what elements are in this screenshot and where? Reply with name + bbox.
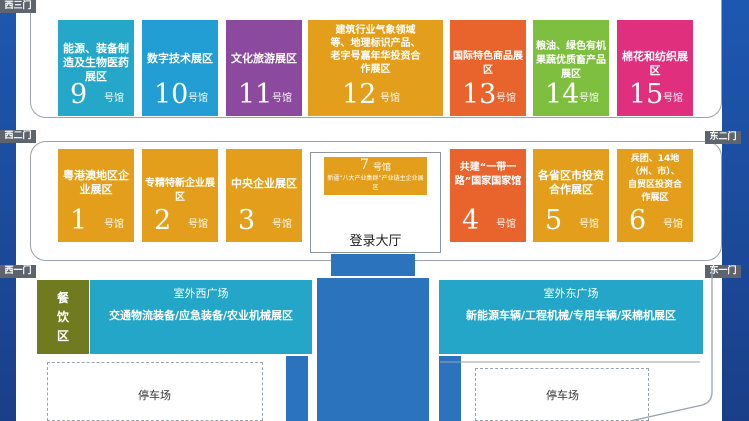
hall-9-number: 9 [70,79,88,110]
gate-west2: 西二门 [0,130,36,143]
hall-3-number: 3 [238,205,256,236]
hall-5-number: 5 [545,205,563,236]
dining-area[interactable]: 餐 饮 区 [37,280,89,354]
dining-char-3: 区 [56,329,69,343]
hall-2-suffix: 号馆 [188,219,208,230]
hall-13[interactable]: 国际特色商品展区 13 号馆 [450,20,526,116]
hall-15-label: 棉花和纺织展区 [622,50,688,77]
hall-4[interactable]: 共建“一带一路”国家国家馆 4 号馆 [450,149,526,242]
east-plaza[interactable]: 室外东广场 新能源车辆/工程机械/专用车辆/采棉机展区 [439,280,703,354]
hall-14-suffix: 号馆 [579,93,599,104]
hall-4-label: 共建“一带一路”国家国家馆 [454,162,522,187]
hall-6-number: 6 [629,205,647,236]
hall-10-number: 10 [154,79,189,110]
hall-11-suffix: 号馆 [272,93,292,104]
hall-13-suffix: 号馆 [496,93,516,104]
east-parking[interactable]: 停车场 [475,368,649,421]
entry-road-top [331,254,415,276]
west-plaza[interactable]: 室外西广场 交通物流装备/应急装备/农业机械展区 [90,280,312,354]
gate-west1: 西一门 [0,265,36,278]
hall-6-suffix: 号馆 [663,219,683,230]
hall-4-number: 4 [462,205,480,236]
hall-2-number: 2 [154,205,172,236]
hall-15[interactable]: 棉花和纺织展区 15 号馆 [617,20,693,116]
dining-char-1: 餐 [56,291,69,305]
hall-1[interactable]: 粤港澳地区企业展区 1 号馆 [58,149,134,242]
hall-3-label: 中央企业展区 [231,177,297,190]
hall-7-suffix: 号馆 [373,163,392,173]
hall-14[interactable]: 粮油、绿色有机果蔬优质畜产品展区 14 号馆 [533,20,609,116]
hall-13-label: 国际特色商品展区 [453,51,523,76]
hall-10-label: 数字技术展区 [147,52,213,65]
west-side-road [286,356,308,421]
hall-12[interactable]: 建筑行业气象领域等、地理标识产品、老字号嘉年华投资合作展区 12 号馆 [308,20,443,116]
hall-2-label: 专精特新企业展区 [145,178,215,203]
registration-lobby: 登录大厅 [349,234,402,249]
hall-15-number: 15 [629,79,664,110]
gate-west3: 西三门 [0,0,36,13]
east-side-road [439,356,461,421]
hall-9-label: 能源、装备制造及生物医药展区 [63,42,129,83]
exhibition-floor-map: 西三门 西二门 东二门 西一门 东一门 能源、装备制造及生物医药展区 9 号馆 … [0,0,749,421]
hall-5-suffix: 号馆 [579,219,599,230]
hall-5-label: 各省区市投资合作展区 [538,169,604,196]
hall-13-number: 13 [462,79,497,110]
hall-7[interactable]: 7 号馆 新疆“八大产业集群”产业链主企业展区 [324,157,427,195]
hall-14-label: 粮油、绿色有机果蔬优质畜产品展区 [536,41,606,80]
left-border [0,0,16,421]
hall-11-number: 11 [238,79,273,110]
hall-5[interactable]: 各省区市投资合作展区 5 号馆 [533,149,609,242]
gate-east2: 东二门 [705,131,741,144]
hall-3-suffix: 号馆 [272,219,292,230]
hall-6[interactable]: 兵团、14地（州、市）、自贸区投资合作展区 6 号馆 [617,149,693,242]
hall-11[interactable]: 文化旅游展区 11 号馆 [226,20,302,116]
west-parking-label: 停车场 [138,389,171,402]
hall-2[interactable]: 专精特新企业展区 2 号馆 [142,149,218,242]
central-boulevard [317,278,429,421]
hall-6-label: 兵团、14地（州、市）、自贸区投资合作展区 [627,154,682,203]
hall-12-number: 12 [342,79,377,110]
gate-east1: 东一门 [705,265,741,278]
hall-1-suffix: 号馆 [104,219,124,230]
hall-14-number: 14 [545,79,580,110]
hall-7-label: 新疆“八大产业集群”产业链主企业展区 [327,175,424,191]
hall-4-suffix: 号馆 [496,219,516,230]
hall-1-label: 粤港澳地区企业展区 [63,169,129,196]
hall-1-number: 1 [70,205,88,236]
dining-char-2: 饮 [56,310,69,324]
hall-9-suffix: 号馆 [104,93,124,104]
west-parking[interactable]: 停车场 [47,362,263,421]
hall-7-number: 7 [360,157,369,173]
hall-3[interactable]: 中央企业展区 3 号馆 [226,149,302,242]
hall-9[interactable]: 能源、装备制造及生物医药展区 9 号馆 [58,20,134,116]
hall-10[interactable]: 数字技术展区 10 号馆 [142,20,218,116]
east-parking-label: 停车场 [546,389,579,402]
hall-10-suffix: 号馆 [188,93,208,104]
west-plaza-desc: 交通物流装备/应急装备/农业机械展区 [108,309,294,322]
east-plaza-name: 室外东广场 [543,287,599,300]
hall-12-suffix: 号馆 [380,93,400,104]
west-plaza-name: 室外西广场 [173,287,229,300]
right-border [722,0,749,421]
east-plaza-desc: 新能源车辆/工程机械/专用车辆/采棉机展区 [465,309,677,322]
hall-15-suffix: 号馆 [663,93,683,104]
hall-12-label: 建筑行业气象领域等、地理标识产品、老字号嘉年华投资合作展区 [330,25,421,75]
hall-11-label: 文化旅游展区 [231,52,297,65]
